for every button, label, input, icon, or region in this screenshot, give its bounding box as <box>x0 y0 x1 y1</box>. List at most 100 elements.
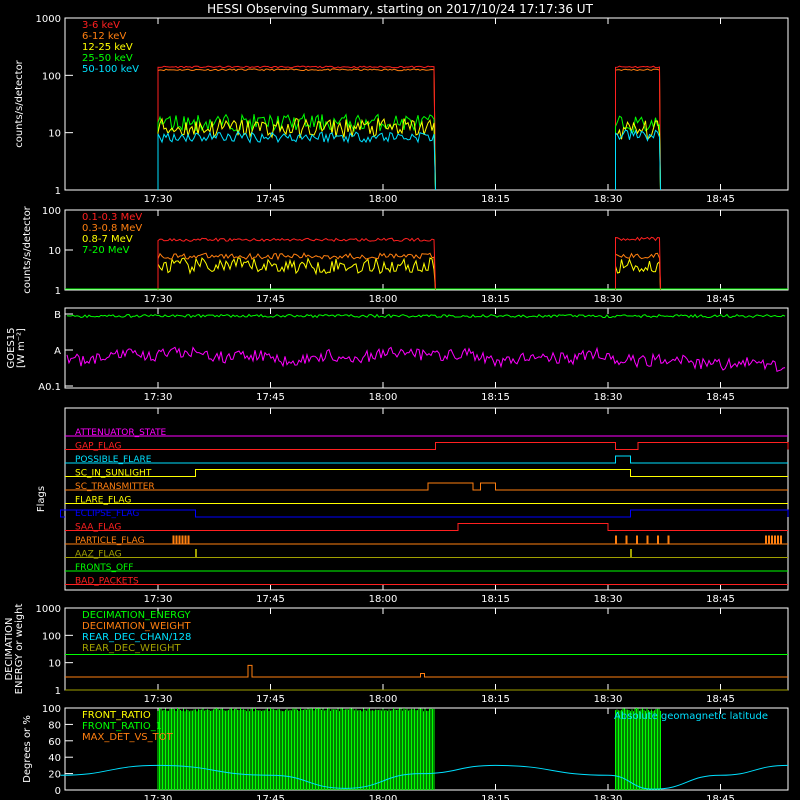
series-line <box>615 68 661 191</box>
panel-4-flags: 17:30 17:45 18:00 18:15 18:30 18:45FlagsATTEN… <box>36 407 789 605</box>
time-tick-label: 17:30 <box>144 392 173 403</box>
legend-entry: 0.8-7 MeV <box>82 234 133 245</box>
decimation-line <box>65 664 788 678</box>
series-line <box>615 120 661 191</box>
latitude-annotation: Absolute geomagnetic latitude <box>614 711 768 722</box>
y-axis-label: counts/s/detector <box>22 205 33 293</box>
legend-entry: 25-50 keV <box>82 53 133 64</box>
time-tick-label: 18:45 <box>706 694 735 705</box>
time-tick-label: 18:00 <box>369 794 398 800</box>
y-tick-label: 100 <box>42 631 61 642</box>
time-tick-label: 18:15 <box>481 694 510 705</box>
series-line <box>157 130 436 191</box>
time-tick-label: 18:30 <box>594 194 623 205</box>
time-tick-label: 18:15 <box>481 794 510 800</box>
time-tick-label: 17:45 <box>256 794 285 800</box>
y-tick-label: 10 <box>48 659 61 670</box>
y-tick-label: 40 <box>48 753 61 764</box>
legend-entry: 50-100 keV <box>82 64 139 75</box>
legend-entry: REAR_DEC_CHAN/128 <box>82 632 191 643</box>
time-tick-label: 18:45 <box>706 594 735 605</box>
legend-entry: DECIMATION_ENERGY <box>82 610 191 621</box>
goes-long-line <box>66 346 786 372</box>
panel2-frame <box>64 209 789 291</box>
panel-2-count-rates: 17:30 17:45 18:00 18:15 18:30 18:45 1 10 100 coun… <box>22 205 789 305</box>
time-tick-label: 18:15 <box>481 594 510 605</box>
y-tick-label: 100 <box>42 71 61 82</box>
flag-line <box>65 469 788 477</box>
time-tick-label: 18:45 <box>706 294 735 305</box>
panel-1-count-rates: 17:30 17:45 18:00 18:15 18:30 18:45 1 10 100 1000… <box>14 14 789 205</box>
legend-entry: DECIMATION_WEIGHT <box>82 621 191 632</box>
time-tick-label: 18:30 <box>594 594 623 605</box>
time-tick-label: 17:30 <box>144 594 173 605</box>
observing-summary-chart: HESSI Observing Summary, starting on 201… <box>4 2 789 800</box>
y-axis-label: counts/s/detector <box>14 59 25 147</box>
legend-entry: FRONT_RATIO_1 <box>82 721 162 732</box>
legend-entry: FRONT_RATIO <box>82 710 151 721</box>
time-tick-label: 17:30 <box>144 194 173 205</box>
legend-entry: 6-12 keV <box>82 31 126 42</box>
time-tick-label: 18:45 <box>706 794 735 800</box>
legend-entry: 12-25 keV <box>82 42 133 53</box>
time-tick-label: 17:45 <box>256 594 285 605</box>
legend-entry: MAX_DET_VS_TOT <box>82 732 174 743</box>
time-tick-label: 17:30 <box>144 794 173 800</box>
y-tick-label: 10 <box>48 129 61 140</box>
flag-line <box>65 442 789 450</box>
flag-line <box>65 455 788 464</box>
flag-line <box>60 509 789 518</box>
y-axis-label: Flags <box>36 486 47 512</box>
time-tick-label: 17:45 <box>256 392 285 403</box>
flag-line <box>65 482 788 491</box>
time-tick-label: 17:30 <box>144 294 173 305</box>
flag-line <box>65 523 788 531</box>
y-tick-label: 0 <box>55 786 61 797</box>
goes-short-line <box>66 313 786 319</box>
y-tick-label: A0.1 <box>38 382 61 393</box>
legend-entry: REAR_DEC_WEIGHT <box>82 643 181 654</box>
y-tick-label: 1 <box>55 286 61 297</box>
y-tick-label: 100 <box>42 704 61 715</box>
series-line <box>615 258 661 291</box>
y-tick-label: 1000 <box>36 604 61 615</box>
time-tick-label: 18:00 <box>369 194 398 205</box>
y-tick-label: 1 <box>55 186 61 197</box>
time-tick-label: 18:00 <box>369 694 398 705</box>
flag-line <box>65 535 788 545</box>
time-tick-label: 18:00 <box>369 594 398 605</box>
time-tick-label: 18:15 <box>481 294 510 305</box>
time-tick-label: 17:30 <box>144 694 173 705</box>
y-tick-label: 1 <box>55 686 61 697</box>
flags-frame <box>64 407 789 591</box>
series-line <box>157 257 436 291</box>
y-axis-label-2: ENERGY or weight <box>14 604 25 695</box>
y-tick-label: 80 <box>48 720 61 731</box>
legend-entry: 7-20 MeV <box>82 245 130 256</box>
chart-title: HESSI Observing Summary, starting on 201… <box>207 2 593 16</box>
time-tick-label: 18:00 <box>369 294 398 305</box>
y-tick-label: 10 <box>48 246 61 257</box>
series-line <box>615 128 661 191</box>
panel-5-decimation: 17:30 17:45 18:00 18:15 18:30 18:45 1 10 100 1000… <box>4 604 789 705</box>
panel1-frame <box>64 17 789 191</box>
legend-entry: 0.1-0.3 MeV <box>82 212 142 223</box>
y-tick-label: 1000 <box>36 14 61 25</box>
legend-entry: 3-6 keV <box>82 20 120 31</box>
time-tick-label: 18:30 <box>594 694 623 705</box>
time-tick-label: 18:45 <box>706 194 735 205</box>
time-tick-label: 18:45 <box>706 392 735 403</box>
y-axis-unit: [W m⁻²] <box>16 328 27 368</box>
time-tick-label: 18:30 <box>594 794 623 800</box>
flag-line <box>65 549 788 558</box>
series-line <box>157 68 436 191</box>
time-tick-label: 18:30 <box>594 392 623 403</box>
time-tick-label: 17:45 <box>256 194 285 205</box>
legend-entry: 0.3-0.8 MeV <box>82 223 142 234</box>
time-tick-label: 18:30 <box>594 294 623 305</box>
time-tick-label: 17:45 <box>256 694 285 705</box>
y-tick-label: A <box>54 346 61 357</box>
y-tick-label: 60 <box>48 737 61 748</box>
time-tick-label: 18:15 <box>481 392 510 403</box>
series-line <box>157 237 436 291</box>
